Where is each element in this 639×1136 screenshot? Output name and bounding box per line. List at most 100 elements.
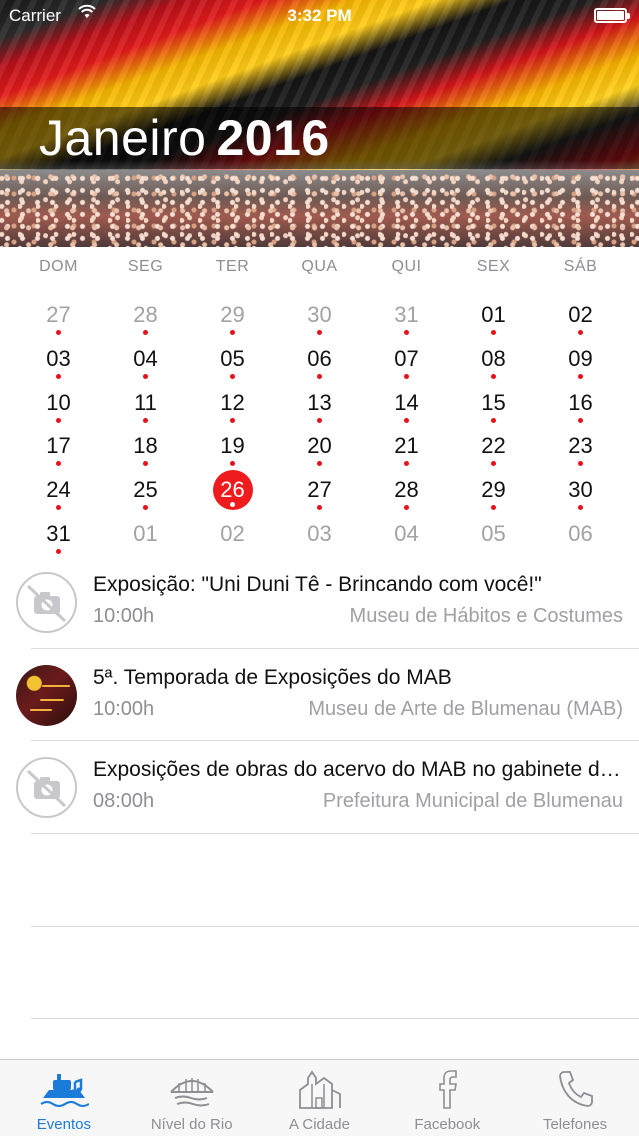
calendar-day[interactable]: 15 <box>450 383 537 427</box>
event-indicator-dot <box>578 373 583 379</box>
calendar-day[interactable]: 22 <box>450 426 537 470</box>
tab-facebook[interactable]: Facebook <box>383 1060 511 1136</box>
day-number: 18 <box>133 433 158 459</box>
calendar-day[interactable]: 02 <box>537 295 624 339</box>
event-row[interactable]: 5ª. Temporada de Exposições do MAB 10:00h… <box>0 649 639 741</box>
month-year: 2016 <box>216 110 330 166</box>
day-number: 02 <box>568 302 593 327</box>
event-indicator-dot <box>230 417 235 423</box>
calendar-day[interactable]: 12 <box>189 383 276 427</box>
day-number: 01 <box>481 302 506 327</box>
day-number: 23 <box>568 433 593 459</box>
calendar-day[interactable]: 08 <box>450 339 537 383</box>
event-time: 10:00h <box>93 697 155 720</box>
calendar-day[interactable]: 05 <box>450 514 537 558</box>
calendar-day[interactable]: 21 <box>363 426 450 470</box>
month-title: Janeiro 2016 <box>39 108 330 168</box>
calendar-day[interactable]: 01 <box>450 295 537 339</box>
battery-icon <box>594 8 630 23</box>
calendar-day[interactable]: 30 <box>537 470 624 514</box>
event-thumbnail <box>16 664 77 726</box>
calendar-day[interactable]: 17 <box>15 426 102 470</box>
tab-telefones[interactable]: Telefones <box>511 1060 639 1136</box>
day-number: 15 <box>481 389 506 415</box>
event-indicator-dot <box>317 417 322 423</box>
event-row[interactable]: Exposições de obras do acervo do MAB no … <box>0 741 639 834</box>
calendar-day[interactable]: 09 <box>537 339 624 383</box>
calendar-day[interactable]: 18 <box>102 426 189 470</box>
day-number: 28 <box>394 477 419 503</box>
calendar-day[interactable]: 19 <box>189 426 276 470</box>
calendar-day[interactable]: 14 <box>363 383 450 427</box>
calendar-day[interactable]: 11 <box>102 383 189 427</box>
day-number: 21 <box>394 433 419 459</box>
day-number: 05 <box>220 345 245 371</box>
calendar-day[interactable]: 27 <box>15 295 102 339</box>
event-indicator-dot <box>56 417 61 423</box>
city-church-icon <box>294 1068 344 1110</box>
calendar-day[interactable]: 10 <box>15 383 102 427</box>
calendar-day[interactable]: 06 <box>276 339 363 383</box>
event-indicator-dot <box>404 417 409 423</box>
status-time: 3:32 PM <box>287 6 352 25</box>
event-location: Museu de Hábitos e Costumes <box>349 605 623 627</box>
event-indicator-dot <box>491 330 496 335</box>
tab-a-cidade[interactable]: A Cidade <box>256 1060 384 1136</box>
day-number: 03 <box>307 520 332 546</box>
event-indicator-dot <box>491 417 496 423</box>
event-title: 5ª. Temporada de Exposições do MAB <box>93 665 452 689</box>
tab-bar: Eventos Nível do Rio A Cidade Facebook T… <box>0 1059 639 1136</box>
tab-n-vel-do-rio[interactable]: Nível do Rio <box>128 1060 256 1136</box>
event-list: Exposição: "Uni Duni Tê - Brincando com … <box>0 556 639 834</box>
weekday-label: QUA <box>301 258 338 275</box>
calendar-day[interactable]: 02 <box>189 514 276 558</box>
calendar-day[interactable]: 29 <box>450 470 537 514</box>
day-number: 25 <box>133 477 158 503</box>
calendar-day[interactable]: 04 <box>363 514 450 558</box>
event-indicator-dot <box>143 373 148 379</box>
event-title: Exposição: "Uni Duni Tê - Brincando com … <box>93 573 542 596</box>
event-indicator-dot <box>230 373 235 379</box>
calendar-day[interactable]: 01 <box>102 514 189 558</box>
calendar-day[interactable]: 03 <box>276 514 363 558</box>
day-number: 31 <box>394 302 419 327</box>
no-photo-icon <box>16 757 77 818</box>
calendar-day-selected[interactable]: 26 <box>189 470 276 514</box>
calendar-day[interactable]: 31 <box>363 295 450 339</box>
calendar-day[interactable]: 07 <box>363 339 450 383</box>
event-indicator-dot <box>143 330 148 335</box>
calendar-day[interactable]: 20 <box>276 426 363 470</box>
weekday-label: QUI <box>391 258 422 275</box>
calendar-day[interactable]: 24 <box>15 470 102 514</box>
calendar-day[interactable]: 30 <box>276 295 363 339</box>
calendar-day[interactable]: 16 <box>537 383 624 427</box>
calendar-day[interactable]: 27 <box>276 470 363 514</box>
status-bar: Carrier 3:32 PM <box>0 0 639 34</box>
calendar-day[interactable]: 23 <box>537 426 624 470</box>
event-row[interactable]: Exposição: "Uni Duni Tê - Brincando com … <box>0 556 639 649</box>
weekday-label: SEX <box>476 258 511 275</box>
calendar-day[interactable]: 05 <box>189 339 276 383</box>
day-number: 09 <box>568 345 593 371</box>
calendar-day[interactable]: 04 <box>102 339 189 383</box>
day-number: 07 <box>394 345 419 371</box>
calendar-day[interactable]: 03 <box>15 339 102 383</box>
event-indicator-dot <box>230 461 235 467</box>
weekday-header: DOM SEG TER QUA QUI SEX SÁB <box>15 258 624 276</box>
calendar-day[interactable]: 29 <box>189 295 276 339</box>
calendar-day[interactable]: 31 <box>15 514 102 558</box>
event-indicator-dot <box>578 330 583 335</box>
calendar-day[interactable]: 06 <box>537 514 624 558</box>
day-number: 05 <box>481 520 506 546</box>
day-number: 30 <box>307 302 332 327</box>
calendar-day[interactable]: 13 <box>276 383 363 427</box>
event-indicator-dot <box>491 461 496 467</box>
event-indicator-dot <box>143 461 148 467</box>
day-number: 11 <box>134 389 157 415</box>
tab-eventos[interactable]: Eventos <box>0 1060 128 1136</box>
calendar-day[interactable]: 25 <box>102 470 189 514</box>
calendar-day[interactable]: 28 <box>363 470 450 514</box>
calendar-day[interactable]: 28 <box>102 295 189 339</box>
tab-label: Nível do Rio <box>150 1116 233 1133</box>
weekday-label: TER <box>215 258 250 275</box>
